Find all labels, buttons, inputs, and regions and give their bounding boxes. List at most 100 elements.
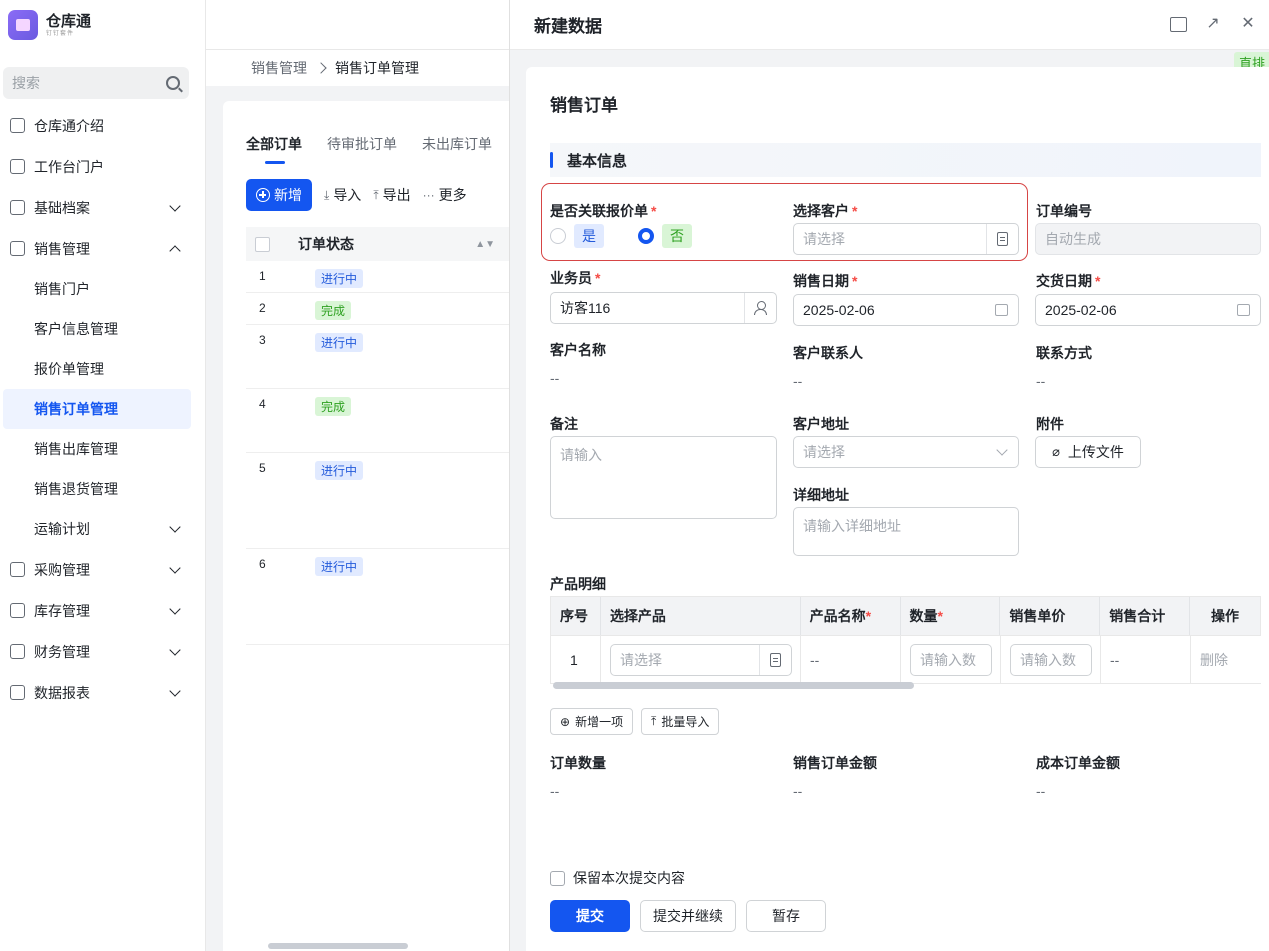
- sidebar-nav: 仓库通介绍 工作台门户 基础档案 销售管理 销售门户 客户信息管理 报价单管理 …: [0, 105, 206, 713]
- row-no: 1: [551, 636, 601, 683]
- sidebar-item-finance[interactable]: 财务管理: [0, 631, 206, 672]
- remark-textarea[interactable]: 请输入: [550, 436, 777, 519]
- cost-amount-value: --: [1036, 783, 1046, 799]
- option-yes[interactable]: 是: [574, 224, 604, 248]
- sidebar-item-inventory[interactable]: 库存管理: [0, 590, 206, 631]
- sale-date-field[interactable]: 2025-02-06: [793, 294, 1019, 326]
- export-label: 导出: [382, 187, 411, 203]
- sidebar-item-label: 数据报表: [34, 684, 90, 701]
- status-badge: 完成: [315, 397, 352, 416]
- plus-circle-icon: [256, 188, 270, 202]
- batch-import-label: 批量导入: [661, 715, 710, 729]
- keep-content-checkbox[interactable]: 保留本次提交内容: [550, 868, 685, 888]
- option-no[interactable]: 否: [662, 224, 692, 248]
- status-badge: 进行中: [315, 333, 364, 352]
- table-row[interactable]: 6 进行中: [246, 549, 509, 645]
- upload-label: 上传文件: [1067, 444, 1124, 460]
- add-button[interactable]: 新增: [246, 179, 312, 211]
- customer-picker-button[interactable]: [986, 224, 1018, 254]
- customer-select[interactable]: 请选择: [793, 223, 1019, 255]
- draft-button[interactable]: 暂存: [746, 900, 826, 932]
- list-toolbar: 新增 ⤓ 导入 ⤒ 导出 ··· 更多: [246, 179, 467, 211]
- product-select[interactable]: 请选择: [610, 643, 792, 676]
- sidebar-item-basic[interactable]: 基础档案: [0, 187, 206, 228]
- radio-no[interactable]: [638, 228, 654, 244]
- tab-not-shipped-orders[interactable]: 未出库订单: [422, 134, 492, 164]
- sidebar-subitem-transport[interactable]: 运输计划: [0, 509, 206, 549]
- breadcrumb-parent[interactable]: 销售管理: [251, 58, 307, 78]
- chevron-down-icon: [169, 644, 181, 656]
- tab-all-orders[interactable]: 全部订单: [246, 134, 302, 164]
- price-input[interactable]: 请输入数: [1010, 643, 1092, 676]
- sort-icon[interactable]: ▲▼: [475, 239, 495, 250]
- detail-address-textarea[interactable]: 请输入详细地址: [793, 507, 1019, 556]
- sidebar-subitem-sales-portal[interactable]: 销售门户: [0, 269, 206, 309]
- sidebar-item-intro[interactable]: 仓库通介绍: [0, 105, 206, 146]
- table-row[interactable]: 5 进行中: [246, 453, 509, 549]
- product-picker-button[interactable]: [759, 644, 791, 675]
- search-input[interactable]: 搜索: [3, 67, 189, 99]
- warehouse-icon: [10, 603, 25, 618]
- more-button[interactable]: ··· 更多: [423, 185, 467, 205]
- add-row-button[interactable]: ⊕ 新增一项: [550, 708, 634, 735]
- col-product: 选择产品: [601, 597, 801, 635]
- delivery-date-field[interactable]: 2025-02-06: [1035, 294, 1261, 326]
- row-index: 3: [259, 333, 266, 347]
- calendar-icon: [995, 304, 1008, 316]
- close-icon[interactable]: ✕: [1239, 15, 1257, 33]
- add-user-button[interactable]: [744, 293, 776, 323]
- table-row[interactable]: 1 进行中: [246, 261, 509, 293]
- chevron-down-icon: [169, 685, 181, 697]
- tab-pending-orders[interactable]: 待审批订单: [327, 134, 397, 164]
- customer-label: 选择客户 *: [793, 203, 858, 219]
- submit-continue-button[interactable]: 提交并继续: [640, 900, 736, 932]
- chevron-down-icon: [169, 200, 181, 212]
- product-cell: 请选择: [601, 636, 801, 683]
- add-user-icon: [753, 301, 768, 315]
- row-index: 4: [259, 397, 266, 411]
- products-table: 序号 选择产品 产品名称 * 数量 * 销售单价 销售合计 操作 1 请选择 --: [550, 596, 1261, 692]
- col-price: 销售单价: [1000, 597, 1101, 635]
- sidebar-item-reports[interactable]: 数据报表: [0, 672, 206, 713]
- upload-icon: ⤒: [373, 187, 379, 202]
- sidebar-item-label: 采购管理: [34, 561, 90, 578]
- address-select[interactable]: 请选择: [793, 436, 1019, 468]
- table-row[interactable]: 4 完成: [246, 389, 509, 453]
- customer-placeholder: 请选择: [803, 231, 845, 247]
- sidebar-subitem-outbound[interactable]: 销售出库管理: [0, 429, 206, 469]
- products-horizontal-scrollbar[interactable]: [553, 682, 914, 689]
- app-logo-icon: [8, 10, 38, 40]
- table-row[interactable]: 3 进行中: [246, 325, 509, 389]
- external-link-icon[interactable]: ↗: [1204, 15, 1222, 33]
- select-all-checkbox[interactable]: [255, 236, 270, 252]
- batch-import-button[interactable]: ⤒ 批量导入: [641, 708, 720, 735]
- sidebar-item-portal[interactable]: 工作台门户: [0, 146, 206, 187]
- product-placeholder: 请选择: [620, 651, 662, 668]
- status-badge: 完成: [315, 301, 352, 320]
- salesman-field[interactable]: 访客116: [550, 292, 777, 324]
- sidebar-subitem-sales-order[interactable]: 销售订单管理: [3, 389, 191, 429]
- table-row[interactable]: 2 完成: [246, 293, 509, 325]
- order-qty-value: --: [550, 783, 560, 799]
- bag-icon: [10, 562, 25, 577]
- sidebar-subitem-quote[interactable]: 报价单管理: [0, 349, 206, 389]
- new-data-drawer: 新建数据 ↗ ✕ 直排 销售订单 基本信息 是否关联报价单 * 是 否 选择客户 *…: [509, 0, 1269, 951]
- submit-button[interactable]: 提交: [550, 900, 630, 932]
- export-button[interactable]: ⤒ 导出: [373, 185, 410, 205]
- checkbox-box[interactable]: [550, 870, 565, 886]
- search-icon[interactable]: [166, 76, 180, 90]
- delete-button[interactable]: 删除: [1191, 636, 1261, 683]
- upload-file-button[interactable]: ⌀ 上传文件: [1035, 436, 1141, 468]
- sidebar-item-sales[interactable]: 销售管理: [0, 228, 206, 269]
- orders-table: 订单状态 ▲▼ 1 进行中 2 完成 3 进行中 4 完成 5 进行中 6 进行…: [246, 227, 509, 645]
- open-window-icon[interactable]: [1170, 17, 1187, 32]
- horizontal-scrollbar[interactable]: [268, 943, 408, 949]
- radio-yes[interactable]: [550, 228, 566, 244]
- sidebar-item-purchase[interactable]: 采购管理: [0, 549, 206, 590]
- order-no-field: 自动生成: [1035, 223, 1261, 255]
- import-button[interactable]: ⤓ 导入: [324, 185, 361, 205]
- sidebar-subitem-return[interactable]: 销售退货管理: [0, 469, 206, 509]
- sidebar-subitem-customer[interactable]: 客户信息管理: [0, 309, 206, 349]
- logo[interactable]: 仓库通 钉钉套件: [0, 0, 205, 50]
- qty-input[interactable]: 请输入数: [910, 643, 992, 676]
